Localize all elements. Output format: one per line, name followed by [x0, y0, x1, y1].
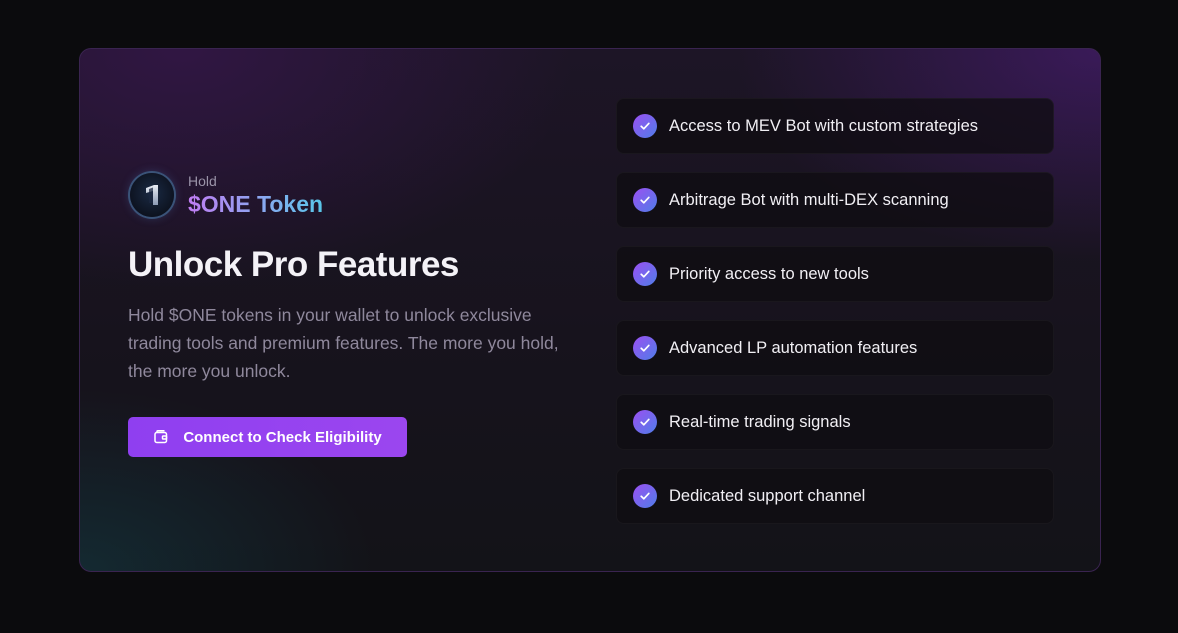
feature-label: Arbitrage Bot with multi-DEX scanning [669, 190, 949, 209]
connect-check-eligibility-button[interactable]: Connect to Check Eligibility [128, 417, 407, 457]
connect-button-label: Connect to Check Eligibility [183, 428, 382, 446]
wallet-icon [153, 429, 169, 445]
hero-description: Hold $ONE tokens in your wallet to unloc… [128, 305, 559, 381]
feature-list: Access to MEV Bot with custom strategies… [616, 98, 1054, 542]
token-brand: Hold $ONE Token [130, 169, 323, 221]
check-icon [633, 410, 657, 434]
check-icon [633, 114, 657, 138]
check-icon [633, 336, 657, 360]
feature-item: Advanced LP automation features [616, 320, 1054, 376]
feature-label: Access to MEV Bot with custom strategies [669, 116, 979, 135]
feature-item: Dedicated support channel [616, 468, 1054, 524]
check-icon [633, 262, 657, 286]
token-name: $ONE Token [188, 191, 324, 217]
feature-label: Advanced LP automation features [669, 338, 918, 357]
pro-features-card: Hold $ONE Token Unlock Pro Features Hold… [79, 48, 1101, 572]
check-icon [633, 484, 657, 508]
brand-hold-label: Hold [188, 173, 217, 189]
page-title: Unlock Pro Features [128, 245, 459, 284]
feature-item: Arbitrage Bot with multi-DEX scanning [616, 172, 1054, 228]
feature-item: Priority access to new tools [616, 246, 1054, 302]
one-token-logo-icon [130, 173, 174, 217]
feature-label: Priority access to new tools [669, 264, 869, 283]
feature-item: Access to MEV Bot with custom strategies [616, 98, 1054, 154]
brand-text: Hold $ONE Token [188, 172, 323, 218]
feature-label: Real-time trading signals [669, 412, 851, 431]
check-icon [633, 188, 657, 212]
feature-label: Dedicated support channel [669, 486, 866, 505]
feature-item: Real-time trading signals [616, 394, 1054, 450]
